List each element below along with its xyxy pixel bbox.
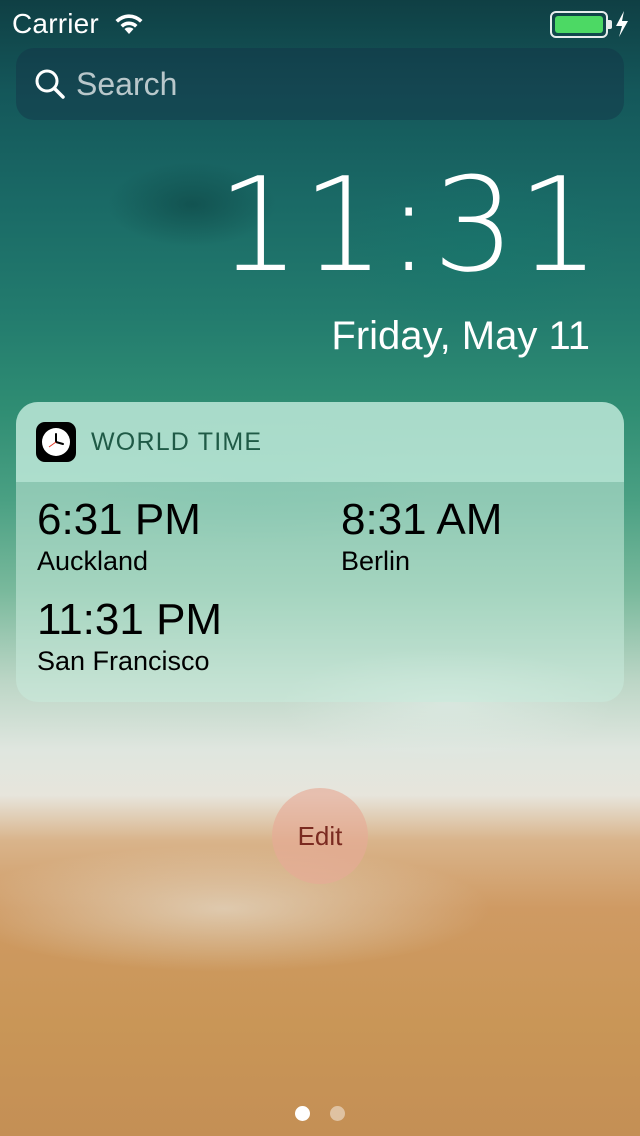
world-clock-city: Berlin [341, 546, 411, 576]
world-clock-entry: 11:31 PM San Francisco [37, 598, 222, 675]
world-clock-time: 6:31 PM [37, 495, 201, 544]
carrier-label: Carrier [12, 8, 99, 39]
world-clock-city: Auckland [37, 546, 149, 576]
world-clock-time: 11:31 PM [37, 595, 223, 644]
world-clock-entry: 6:31 PM Auckland [37, 498, 201, 575]
battery-level [555, 16, 603, 33]
widget-header: WORLD TIME [16, 402, 624, 482]
search-icon [35, 69, 65, 99]
lock-time: 11:31 [217, 149, 602, 301]
page-dot-active[interactable] [294, 1106, 310, 1121]
page-control[interactable] [0, 1106, 640, 1126]
search-bar[interactable] [16, 48, 624, 120]
world-clock-city: San Francisco [37, 646, 210, 676]
world-clock-entry: 8:31 AM Berlin [341, 498, 502, 575]
bolt-icon [616, 11, 628, 37]
clock-icon [36, 422, 76, 462]
search-input[interactable] [76, 48, 596, 120]
world-time-widget[interactable]: WORLD TIME 6:31 PM Auckland 8:31 AM Berl… [16, 402, 624, 702]
edit-button[interactable]: Edit [272, 788, 368, 884]
widget-title: WORLD TIME [91, 428, 263, 456]
page-dot[interactable] [330, 1106, 346, 1121]
wifi-icon [115, 14, 143, 34]
status-bar: Carrier [0, 0, 640, 48]
battery-tip [608, 20, 612, 29]
world-clock-time: 8:31 AM [341, 495, 503, 544]
lock-screen: Carrier 11:31 Friday, May 11 [0, 0, 640, 1136]
lock-date: Friday, May 11 [331, 314, 590, 358]
battery-icon [550, 11, 612, 38]
